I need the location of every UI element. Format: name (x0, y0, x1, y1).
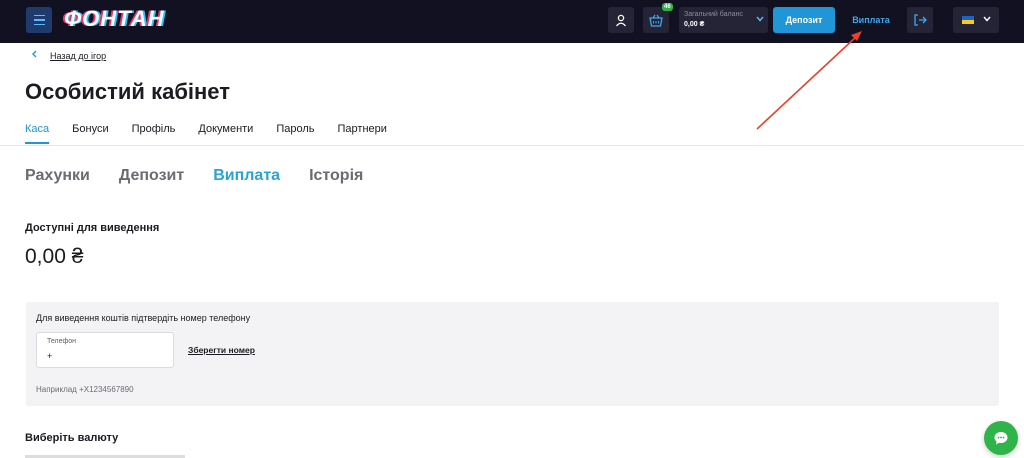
phone-verification-panel: Для виведення коштів підтвердіть номер т… (26, 302, 999, 406)
divider (0, 145, 1024, 146)
flag-icon (962, 16, 974, 24)
back-link[interactable]: Назад до ігор (31, 50, 106, 61)
language-selector[interactable] (953, 7, 999, 33)
tab-bonuses[interactable]: Бонуси (72, 123, 108, 135)
tab-password[interactable]: Пароль (276, 123, 314, 135)
deposit-button[interactable]: Депозит (773, 7, 835, 33)
subtab-payout[interactable]: Виплата (213, 167, 280, 185)
account-tabs: Каса Бонуси Профіль Документи Пароль Пар… (25, 123, 387, 135)
balance-label: Загальний баланс (684, 11, 743, 18)
phone-field-label: Телефон (47, 338, 77, 345)
logout-icon[interactable] (907, 7, 933, 33)
tab-documents[interactable]: Документи (198, 123, 253, 135)
phone-message: Для виведення коштів підтвердіть номер т… (36, 313, 251, 323)
balance-dropdown[interactable]: Загальний баланс 0,00 ₴ (679, 7, 768, 33)
tab-cashier[interactable]: Каса (25, 123, 49, 135)
cart-badge: 46 (662, 3, 673, 11)
save-number-link[interactable]: Зберегти номер (188, 345, 255, 355)
user-icon[interactable] (608, 7, 634, 33)
chat-button[interactable] (984, 421, 1018, 455)
phone-input[interactable]: + (47, 351, 52, 361)
chat-icon (994, 432, 1008, 445)
menu-icon[interactable] (26, 7, 52, 33)
currency-title: Виберіть валюту (25, 432, 119, 444)
subtab-deposit[interactable]: Депозит (119, 167, 184, 185)
chevron-down-icon (983, 14, 991, 24)
cashier-subtabs: Рахунки Депозит Виплата Історія (25, 167, 363, 185)
tab-profile[interactable]: Профіль (132, 123, 176, 135)
active-tab-indicator (25, 142, 49, 144)
balance-value: 0,00 ₴ (684, 21, 705, 28)
logo[interactable]: ФОНТАН (64, 6, 165, 32)
tab-partners[interactable]: Партнери (338, 123, 387, 135)
phone-example-hint: Наприклад +X1234567890 (36, 385, 134, 394)
available-amount: 0,00 ₴ (25, 245, 84, 268)
phone-field[interactable]: Телефон + (36, 332, 174, 368)
payout-button[interactable]: Виплата (845, 7, 897, 33)
page-title: Особистий кабінет (25, 79, 231, 104)
chevron-down-icon (756, 15, 764, 24)
top-bar: ФОНТАН 46 Загальний баланс 0,00 ₴ Депози… (0, 0, 1024, 43)
available-label: Доступні для виведення (25, 222, 160, 234)
back-link-label[interactable]: Назад до ігор (50, 51, 106, 61)
chevron-left-icon (31, 50, 37, 61)
subtab-history[interactable]: Історія (309, 167, 363, 185)
subtab-accounts[interactable]: Рахунки (25, 167, 90, 185)
